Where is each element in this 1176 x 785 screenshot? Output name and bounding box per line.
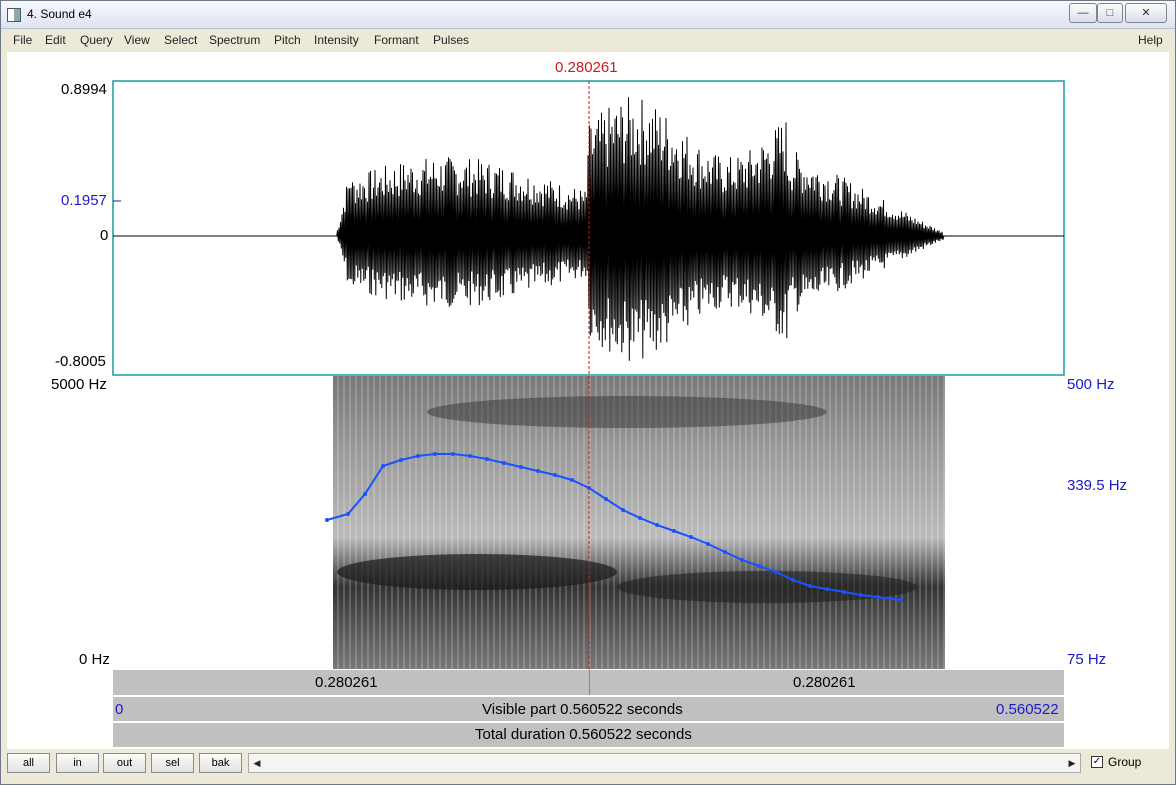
total-duration-label: Total duration 0.560522 seconds [475,726,692,743]
zoom-back-button[interactable]: bak [199,753,242,773]
pitch-point [757,564,761,568]
pitch-point [604,497,608,501]
pitch-point [553,473,557,477]
visible-part-label: Visible part 0.560522 seconds [482,701,683,718]
menu-bar: File Edit Query View Select Spectrum Pit… [7,30,1169,52]
pitch-point [502,461,506,465]
maximize-button[interactable]: □ [1097,3,1123,23]
menu-select[interactable]: Select [164,33,197,47]
menu-edit[interactable]: Edit [45,33,66,47]
minimize-button[interactable]: — [1069,3,1097,23]
pitch-point [808,584,812,588]
total-duration-bar[interactable]: Total duration 0.560522 seconds [113,722,1064,747]
window-title: 4. Sound e4 [27,7,92,21]
sound-editor-window: 4. Sound e4 — □ ✕ File Edit Query View S… [0,0,1176,785]
pitch-point [859,593,863,597]
pitch-point [325,518,329,522]
pitch-point [774,570,778,574]
group-checkbox[interactable]: ✓ [1091,756,1103,768]
visible-part-bar[interactable]: 0 Visible part 0.560522 seconds 0.560522 [113,696,1064,721]
menu-intensity[interactable]: Intensity [314,33,359,47]
menu-formant[interactable]: Formant [374,33,419,47]
pitch-point [451,452,455,456]
scroll-right-icon[interactable]: ▶ [1064,755,1080,772]
menu-pitch[interactable]: Pitch [274,33,301,47]
group-label: Group [1108,755,1142,769]
pitch-point [740,558,744,562]
menu-spectrum[interactable]: Spectrum [209,33,260,47]
visible-start-label: 0 [115,701,124,718]
menu-query[interactable]: Query [80,33,113,47]
zoom-sel-button[interactable]: sel [151,753,194,773]
editor-canvas[interactable]: 0.280261 0.8994 0.1957 0 -0.8005 5000 Hz… [7,52,1169,749]
pitch-point [519,465,523,469]
pitch-point [363,492,367,496]
formant-band [427,396,827,428]
time-scrollbar[interactable]: ◀ ▶ [248,753,1081,773]
pitch-point [689,535,693,539]
pitch-point [570,478,574,482]
title-bar[interactable]: 4. Sound e4 — □ ✕ [1,1,1175,29]
bottom-toolbar: all in out sel bak ◀ ▶ ✓ Group [1,749,1175,784]
pitch-point [825,587,829,591]
pitch-point [416,454,420,458]
right-segment-label: 0.280261 [793,674,856,691]
pitch-point [706,542,710,546]
right-segment-bar[interactable]: 0.280261 [589,669,1064,695]
pitch-point [791,578,795,582]
pitch-point [638,516,642,520]
zoom-out-button[interactable]: out [103,753,146,773]
pitch-point [621,508,625,512]
zoom-in-button[interactable]: in [56,753,99,773]
app-icon [7,8,21,22]
pitch-point [536,469,540,473]
pitch-point [842,590,846,594]
pitch-point [346,512,350,516]
pitch-point [723,550,727,554]
zoom-all-button[interactable]: all [7,753,50,773]
left-segment-label: 0.280261 [315,674,378,691]
pitch-point [672,529,676,533]
pitch-point [468,454,472,458]
pitch-point [433,452,437,456]
close-button[interactable]: ✕ [1125,3,1167,23]
formant-band [617,571,917,603]
formant-band [337,554,617,590]
pitch-point [876,595,880,599]
pitch-point [899,598,903,602]
pitch-point [381,464,385,468]
menu-file[interactable]: File [13,33,32,47]
pitch-point [485,457,489,461]
visible-end-label: 0.560522 [996,701,1059,718]
scroll-left-icon[interactable]: ◀ [249,755,265,772]
menu-help[interactable]: Help [1138,33,1163,47]
left-segment-bar[interactable]: 0.280261 [113,669,589,695]
menu-pulses[interactable]: Pulses [433,33,469,47]
menu-view[interactable]: View [124,33,150,47]
pitch-point [655,523,659,527]
pitch-point [399,458,403,462]
signal-view[interactable] [7,52,1169,749]
